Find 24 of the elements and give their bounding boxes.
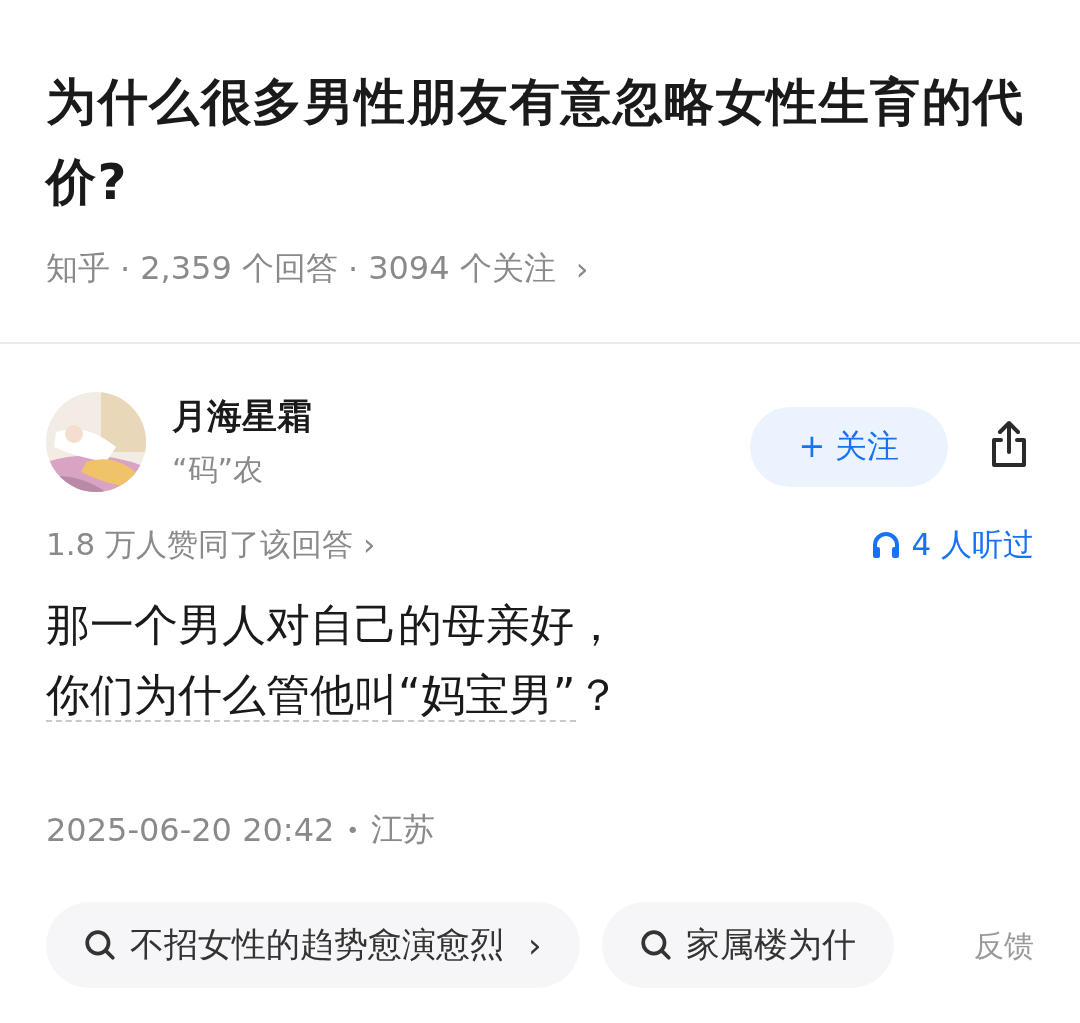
source-label: 知乎: [46, 248, 110, 289]
search-icon: [84, 929, 116, 961]
listener-count[interactable]: 4 人听过: [911, 524, 1034, 566]
search-term: 不招女性的趋势愈演愈烈: [130, 923, 504, 966]
question-title: 为什么很多男性朋友有意忽略女性生育的代价?: [46, 72, 1026, 213]
search-link[interactable]: “妈宝男”: [398, 669, 576, 722]
chevron-icon: ›: [528, 925, 542, 965]
separator-dot: ·: [347, 250, 359, 288]
search-icon: [639, 929, 672, 961]
author-name[interactable]: 月海星霜: [172, 393, 750, 440]
answer-count: 2,359 个回答: [140, 248, 338, 289]
related-search-chip[interactable]: 家属楼为什: [601, 902, 894, 988]
post-time: 2025-06-20 20:42: [46, 811, 335, 849]
separator-dot: •: [346, 817, 360, 843]
separator-dot: ·: [120, 250, 131, 288]
search-term: 家属楼为什: [685, 923, 856, 966]
follow-button[interactable]: + 关注: [750, 407, 948, 487]
headphones-icon: [871, 530, 902, 560]
author-bio: “码”农: [172, 451, 265, 489]
follower-count: 3094 个关注: [368, 248, 556, 289]
related-search-chip[interactable]: 不招女性的趋势愈演愈烈 ›: [46, 902, 580, 988]
post-location: 江苏: [371, 809, 436, 850]
answer-text: 那一个男人对自己的母亲好， 你们为什么管他叫“妈宝男”？: [46, 598, 621, 724]
search-link[interactable]: 你们为什么管他叫: [46, 669, 398, 722]
